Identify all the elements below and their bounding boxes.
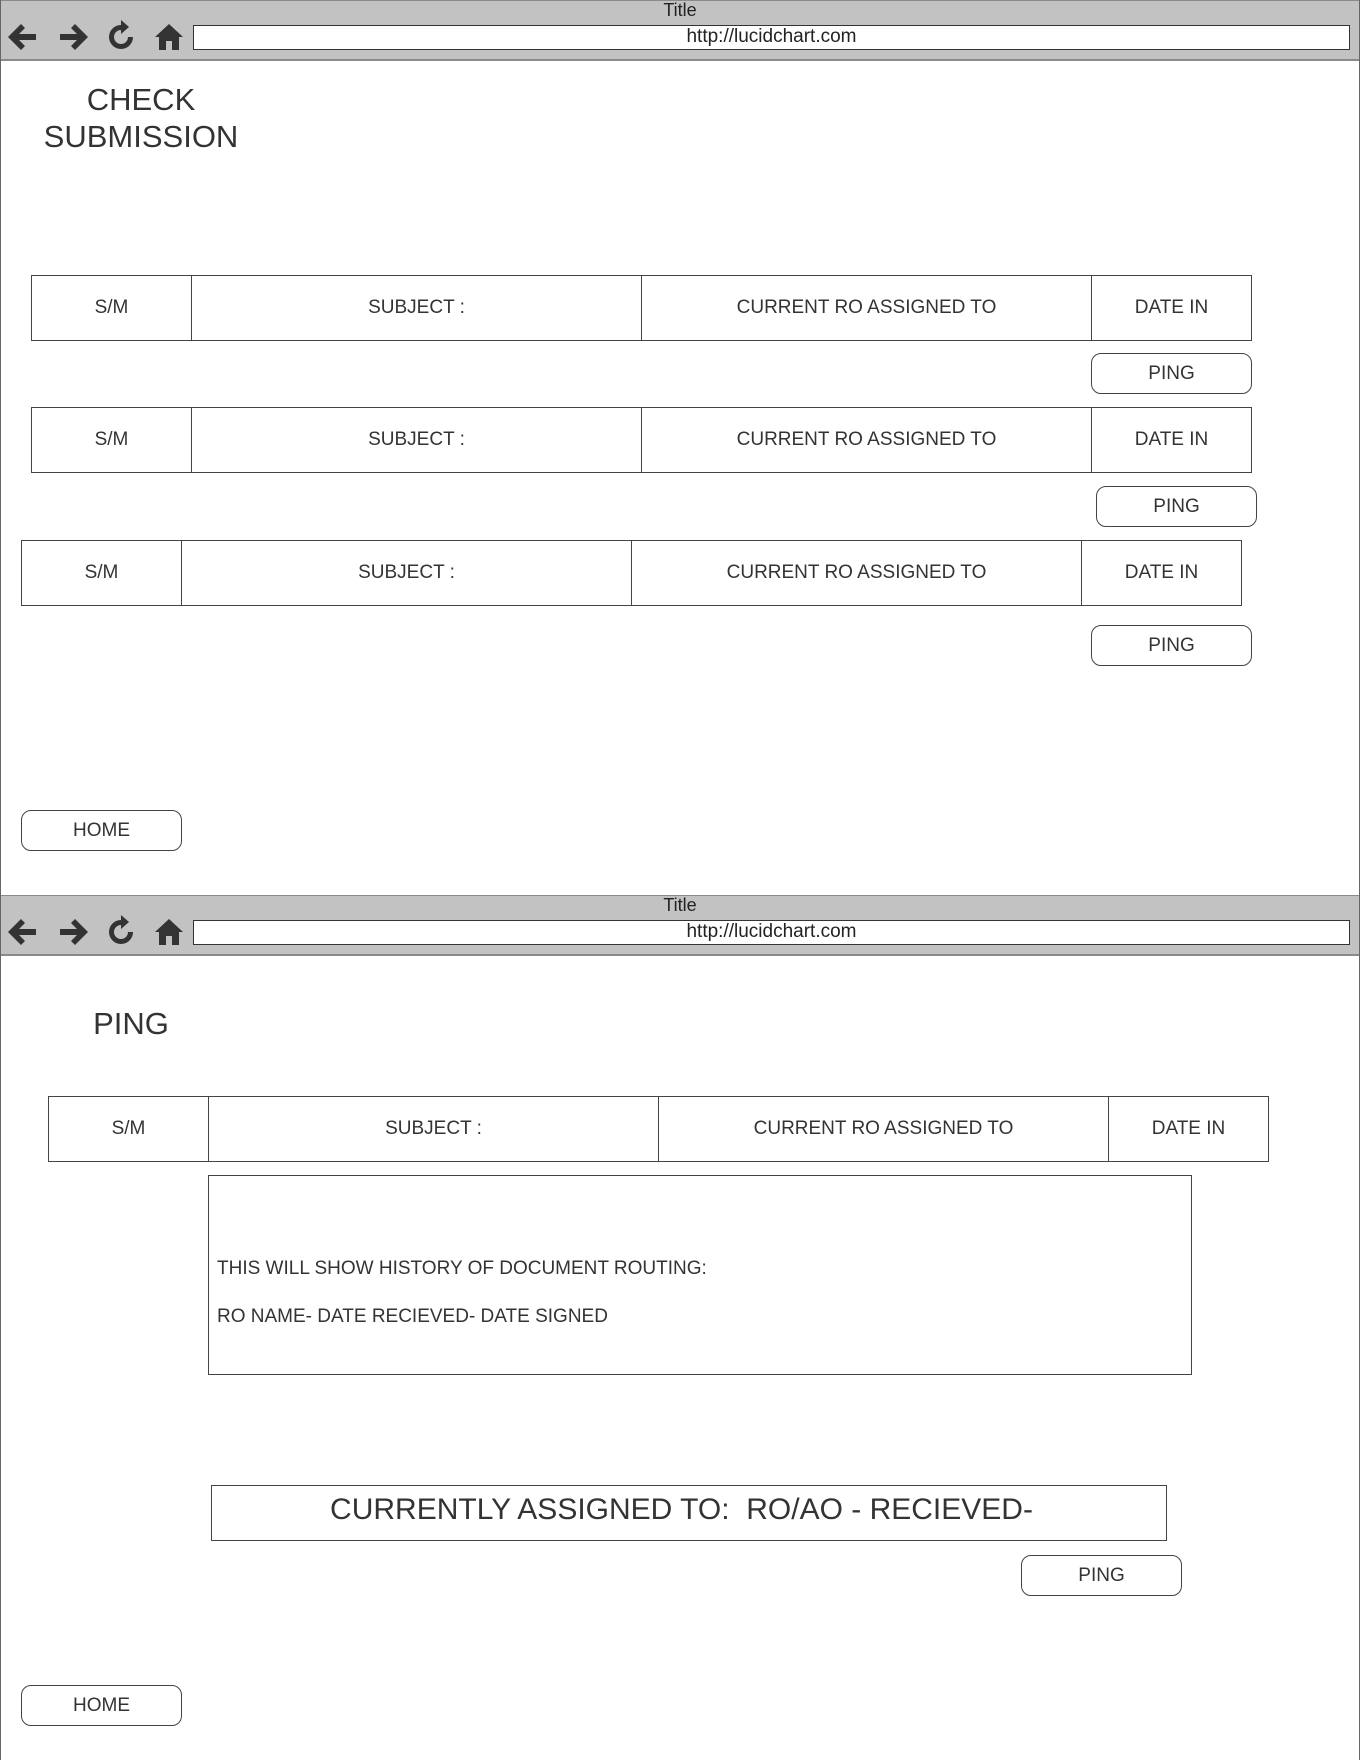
browser-toolbar: Title http://lucidchart.com bbox=[1, 895, 1359, 956]
forward-arrow-icon[interactable] bbox=[56, 20, 90, 54]
home-icon[interactable] bbox=[152, 20, 186, 54]
current-ro-cell: CURRENT RO ASSIGNED TO bbox=[631, 540, 1082, 606]
subject-cell: SUBJECT : bbox=[181, 540, 632, 606]
history-description: THIS WILL SHOW HISTORY OF DOCUMENT ROUTI… bbox=[217, 1258, 707, 1279]
subject-cell: SUBJECT : bbox=[191, 407, 642, 473]
back-arrow-icon[interactable] bbox=[6, 915, 40, 949]
submission-row: S/M SUBJECT : CURRENT RO ASSIGNED TO DAT… bbox=[31, 407, 1252, 473]
ping-button[interactable]: PING bbox=[1091, 625, 1252, 666]
date-in-cell: DATE IN bbox=[1091, 275, 1252, 341]
home-button[interactable]: HOME bbox=[21, 810, 182, 851]
window-title: Title bbox=[663, 0, 697, 20]
ping-button[interactable]: PING bbox=[1096, 486, 1257, 527]
sm-cell: S/M bbox=[21, 540, 182, 606]
sm-cell: S/M bbox=[31, 407, 192, 473]
sm-cell: S/M bbox=[31, 275, 192, 341]
page-title: CHECK SUBMISSION bbox=[41, 81, 241, 155]
window-title: Title bbox=[663, 895, 697, 915]
page-title: PING bbox=[93, 1006, 169, 1041]
submission-row: S/M SUBJECT : CURRENT RO ASSIGNED TO DAT… bbox=[21, 540, 1242, 606]
submission-row: S/M SUBJECT : CURRENT RO ASSIGNED TO DAT… bbox=[31, 275, 1252, 341]
home-icon[interactable] bbox=[152, 915, 186, 949]
browser-toolbar: Title http://lucidchart.com bbox=[1, 0, 1359, 61]
sm-cell: S/M bbox=[48, 1096, 209, 1162]
submission-row: S/M SUBJECT : CURRENT RO ASSIGNED TO DAT… bbox=[48, 1096, 1269, 1162]
ping-button[interactable]: PING bbox=[1021, 1555, 1182, 1596]
currently-assigned-text: CURRENTLY ASSIGNED TO: RO/AO - RECIEVED- bbox=[330, 1493, 1033, 1526]
routing-history-panel: THIS WILL SHOW HISTORY OF DOCUMENT ROUTI… bbox=[208, 1175, 1192, 1375]
date-in-cell: DATE IN bbox=[1081, 540, 1242, 606]
subject-cell: SUBJECT : bbox=[208, 1096, 659, 1162]
currently-assigned-box: CURRENTLY ASSIGNED TO: RO/AO - RECIEVED- bbox=[211, 1485, 1167, 1541]
current-ro-cell: CURRENT RO ASSIGNED TO bbox=[641, 407, 1092, 473]
subject-cell: SUBJECT : bbox=[191, 275, 642, 341]
address-bar[interactable]: http://lucidchart.com bbox=[193, 920, 1350, 945]
browser-window-check-submission: Title http://lucidchart.com CHECK SUBMIS… bbox=[0, 0, 1360, 895]
browser-window-ping: Title http://lucidchart.com PING S/M SUB… bbox=[0, 895, 1360, 1760]
history-columns: RO NAME- DATE RECIEVED- DATE SIGNED bbox=[217, 1306, 608, 1327]
ping-button[interactable]: PING bbox=[1091, 353, 1252, 394]
back-arrow-icon[interactable] bbox=[6, 20, 40, 54]
forward-arrow-icon[interactable] bbox=[56, 915, 90, 949]
page-title-line2: SUBMISSION bbox=[43, 119, 239, 154]
date-in-cell: DATE IN bbox=[1091, 407, 1252, 473]
current-ro-cell: CURRENT RO ASSIGNED TO bbox=[641, 275, 1092, 341]
address-bar[interactable]: http://lucidchart.com bbox=[193, 25, 1350, 50]
reload-icon[interactable] bbox=[104, 20, 138, 54]
date-in-cell: DATE IN bbox=[1108, 1096, 1269, 1162]
page-title-line1: CHECK bbox=[86, 82, 196, 117]
current-ro-cell: CURRENT RO ASSIGNED TO bbox=[658, 1096, 1109, 1162]
home-button[interactable]: HOME bbox=[21, 1685, 182, 1726]
reload-icon[interactable] bbox=[104, 915, 138, 949]
